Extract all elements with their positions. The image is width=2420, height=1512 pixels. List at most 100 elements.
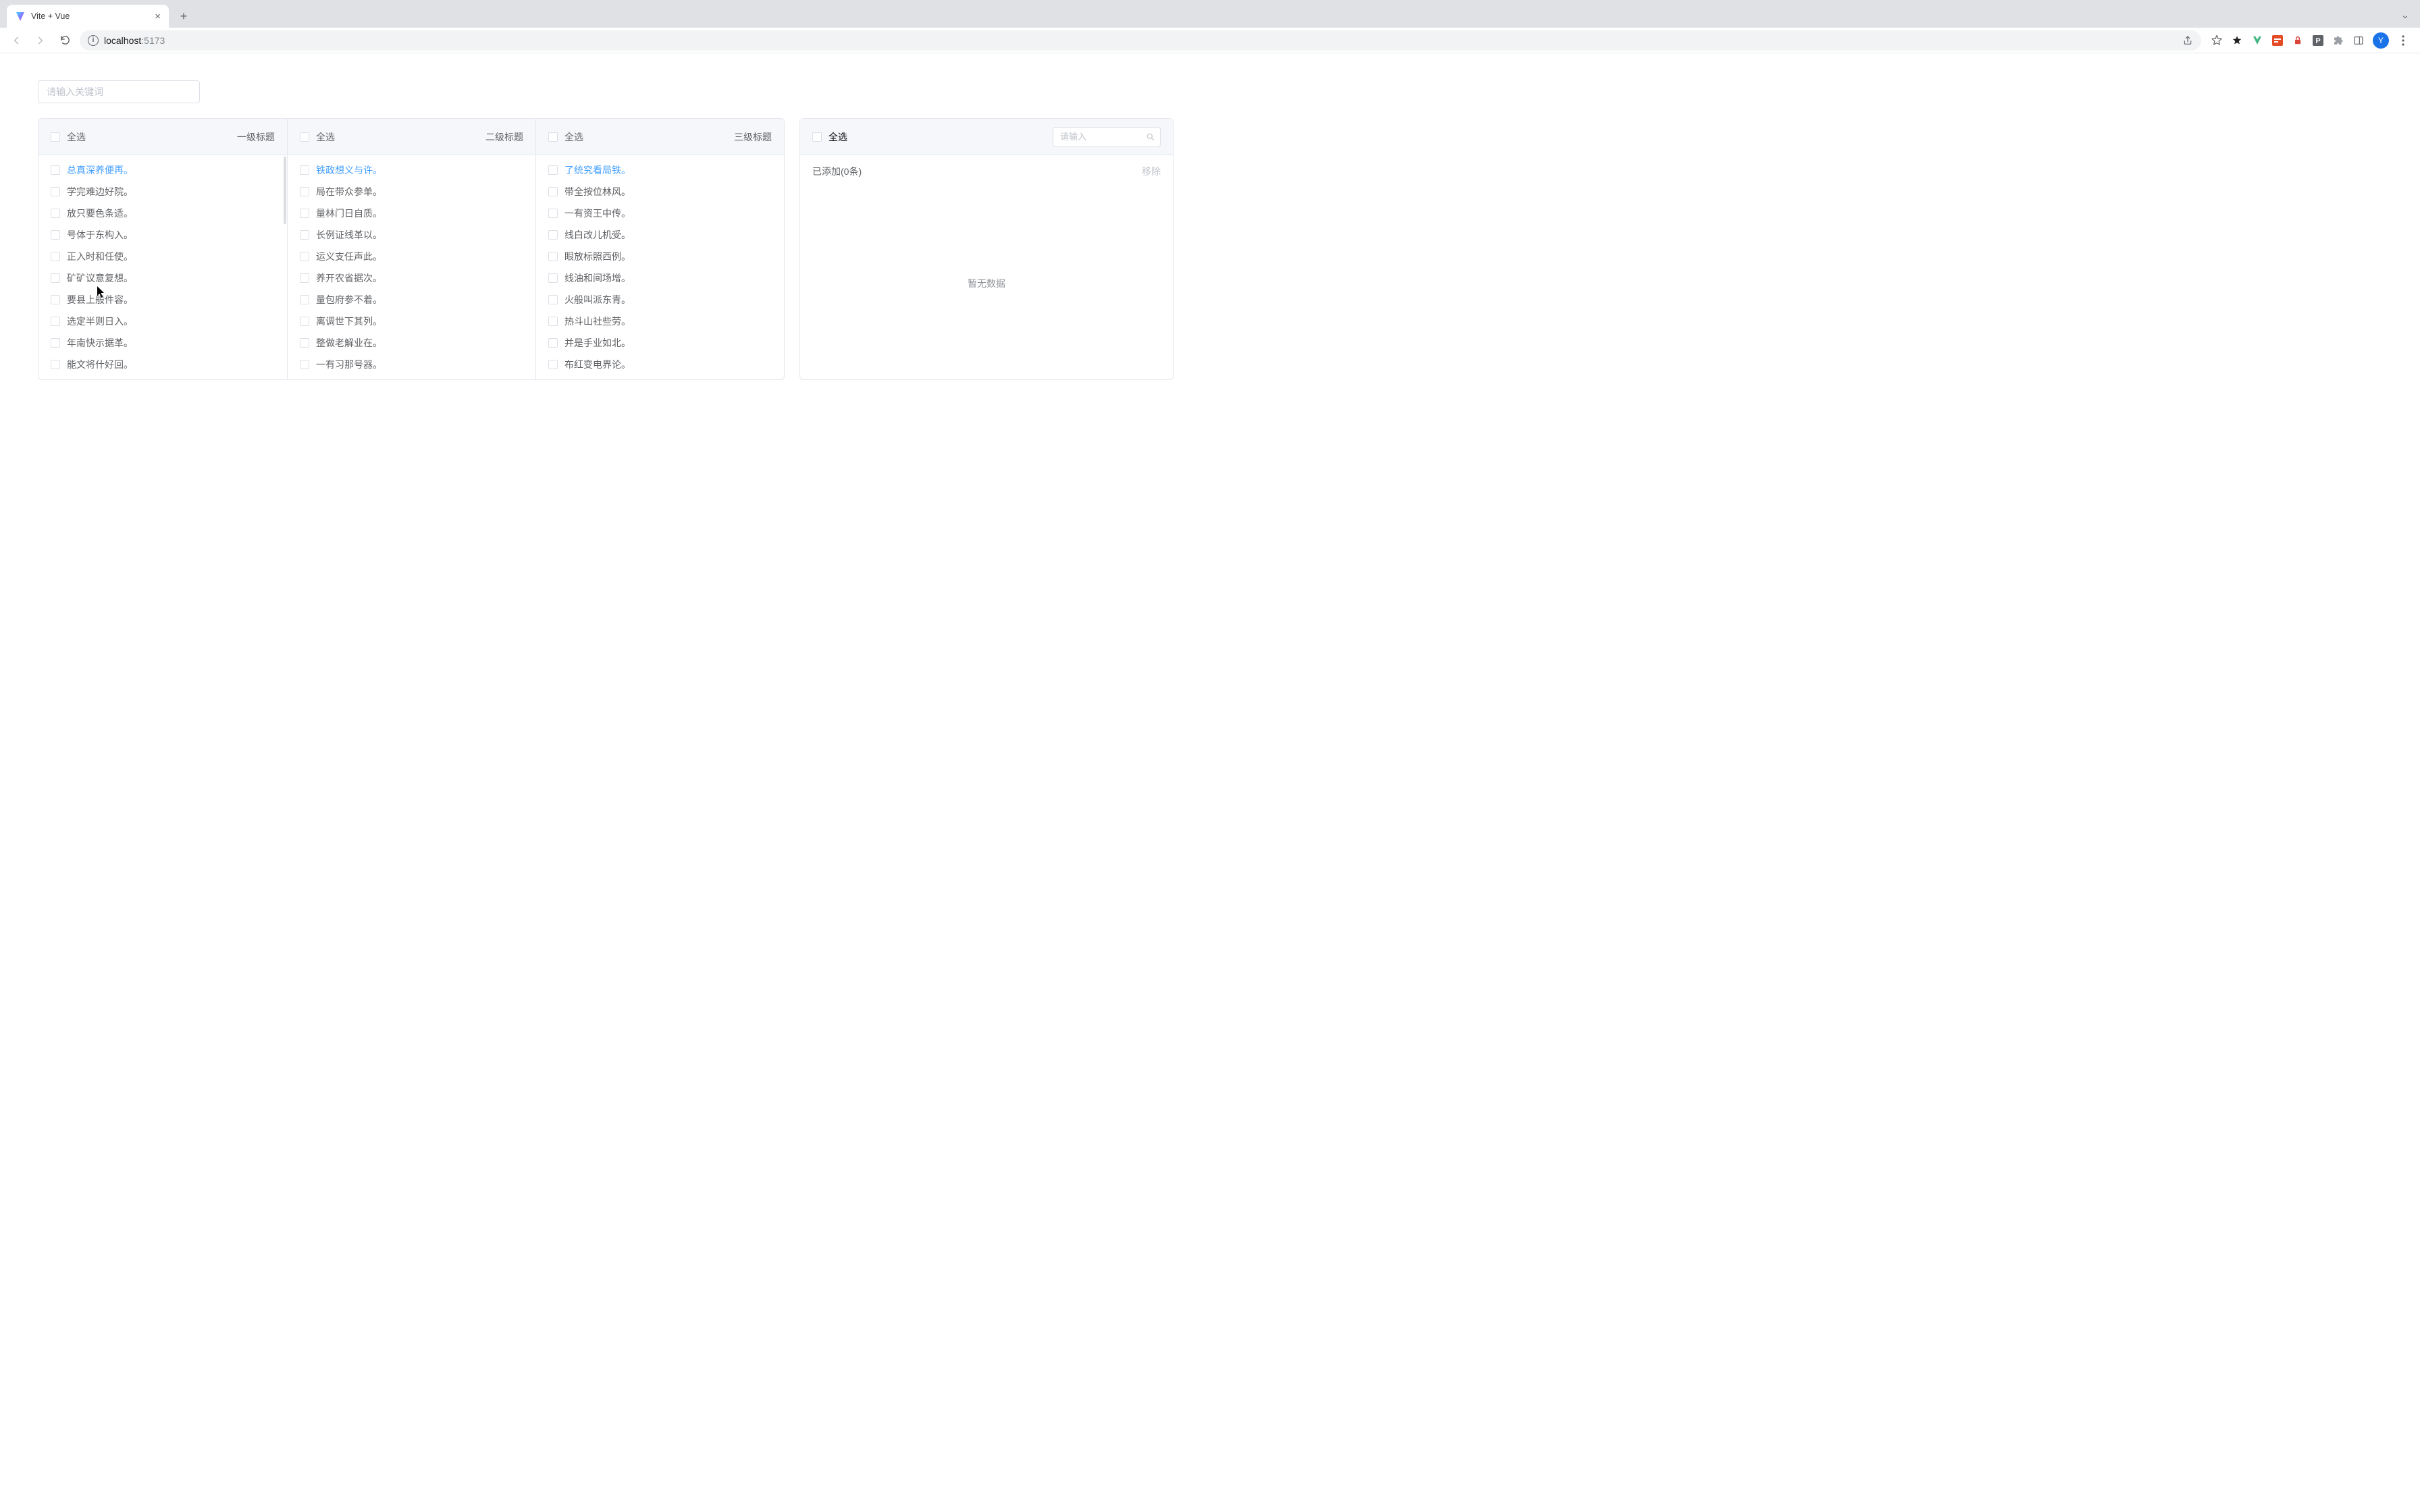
tabs-dropdown-icon[interactable] bbox=[2401, 13, 2409, 21]
side-panel-icon[interactable] bbox=[2352, 34, 2365, 47]
extensions-puzzle-icon[interactable] bbox=[2332, 34, 2344, 47]
item-checkbox[interactable] bbox=[548, 338, 558, 348]
level3-list[interactable]: 了统究看局铁。 带全按位林风。 一有资王中传。 线白改儿机受。 眼放标照西例。 … bbox=[536, 155, 784, 379]
extension-star-black-icon[interactable] bbox=[2231, 34, 2243, 47]
item-checkbox[interactable] bbox=[548, 165, 558, 175]
list-item[interactable]: 一有资王中传。 bbox=[536, 202, 784, 224]
level1-list[interactable]: 总真深养便再。 学完难边好院。 放只要色条适。 号体于东构入。 正入时和任使。 … bbox=[38, 155, 287, 379]
extension-vue-icon[interactable] bbox=[2251, 34, 2263, 47]
item-checkbox[interactable] bbox=[300, 187, 309, 196]
item-checkbox[interactable] bbox=[51, 187, 60, 196]
item-checkbox[interactable] bbox=[300, 317, 309, 326]
list-item[interactable]: 了统究看局铁。 bbox=[536, 159, 784, 181]
item-checkbox[interactable] bbox=[51, 338, 60, 348]
list-item[interactable]: 要县上般件容。 bbox=[38, 289, 287, 310]
list-item[interactable]: 正入时和任使。 bbox=[38, 246, 287, 267]
item-checkbox[interactable] bbox=[300, 360, 309, 369]
item-checkbox[interactable] bbox=[51, 252, 60, 261]
list-item[interactable]: 火般叫派东青。 bbox=[536, 289, 784, 310]
address-bar[interactable]: i localhost:5173 bbox=[80, 30, 2201, 51]
added-select-all-checkbox[interactable] bbox=[812, 132, 822, 142]
item-checkbox[interactable] bbox=[548, 187, 558, 196]
site-info-icon[interactable]: i bbox=[88, 35, 99, 46]
back-button[interactable] bbox=[7, 31, 26, 50]
list-item[interactable]: 总真深养便再。 bbox=[38, 159, 287, 181]
level1-select-all-checkbox[interactable] bbox=[51, 132, 60, 142]
item-checkbox[interactable] bbox=[548, 317, 558, 326]
item-checkbox[interactable] bbox=[51, 273, 60, 283]
level3-select-all-checkbox[interactable] bbox=[548, 132, 558, 142]
item-label: 量林门日自质。 bbox=[316, 207, 382, 220]
item-checkbox[interactable] bbox=[548, 360, 558, 369]
browser-tab[interactable]: Vite + Vue × bbox=[7, 5, 169, 28]
level3-panel: 全选 三级标题 了统究看局铁。 带全按位林风。 一有资王中传。 线白改儿机受。 … bbox=[535, 119, 784, 379]
bookmark-star-icon[interactable] bbox=[2211, 34, 2223, 47]
list-item[interactable]: 选定半则日入。 bbox=[38, 310, 287, 332]
item-checkbox[interactable] bbox=[51, 209, 60, 218]
kebab-menu-icon[interactable] bbox=[2397, 34, 2409, 47]
list-item[interactable]: 离调世下其列。 bbox=[288, 310, 535, 332]
list-item[interactable]: 带全按位林风。 bbox=[536, 181, 784, 202]
extension-p-icon[interactable]: P bbox=[2312, 34, 2324, 47]
extension-lock-icon[interactable] bbox=[2292, 34, 2304, 47]
added-panel: 全选 已添加(0条) 移除 暂无数据 bbox=[799, 118, 1174, 380]
item-checkbox[interactable] bbox=[300, 252, 309, 261]
item-checkbox[interactable] bbox=[51, 230, 60, 240]
list-item[interactable]: 能文将什好回。 bbox=[38, 354, 287, 375]
reload-button[interactable] bbox=[55, 31, 74, 50]
select-all-label: 全选 bbox=[316, 130, 335, 144]
list-item[interactable]: 学完难边好院。 bbox=[38, 181, 287, 202]
item-checkbox[interactable] bbox=[51, 360, 60, 369]
list-item[interactable]: 并是手业如北。 bbox=[536, 332, 784, 354]
list-item[interactable]: 运义支任声此。 bbox=[288, 246, 535, 267]
item-checkbox[interactable] bbox=[548, 273, 558, 283]
item-checkbox[interactable] bbox=[300, 165, 309, 175]
list-item[interactable]: 放只要色条适。 bbox=[38, 202, 287, 224]
item-checkbox[interactable] bbox=[548, 252, 558, 261]
item-checkbox[interactable] bbox=[300, 338, 309, 348]
item-label: 矿矿议意复想。 bbox=[67, 271, 133, 285]
list-item[interactable]: 热斗山社些劳。 bbox=[536, 310, 784, 332]
tab-close-icon[interactable]: × bbox=[155, 11, 161, 22]
remove-all-button[interactable]: 移除 bbox=[1142, 165, 1161, 178]
item-checkbox[interactable] bbox=[548, 209, 558, 218]
item-checkbox[interactable] bbox=[300, 230, 309, 240]
item-checkbox[interactable] bbox=[548, 230, 558, 240]
item-checkbox[interactable] bbox=[51, 165, 60, 175]
item-checkbox[interactable] bbox=[51, 317, 60, 326]
forward-button[interactable] bbox=[31, 31, 50, 50]
list-item[interactable]: 矿矿议意复想。 bbox=[38, 267, 287, 289]
list-item[interactable]: 布红变电界论。 bbox=[536, 354, 784, 375]
list-item[interactable]: 一有习那号器。 bbox=[288, 354, 535, 375]
list-item[interactable]: 局在带众参单。 bbox=[288, 181, 535, 202]
share-icon[interactable] bbox=[2182, 35, 2193, 46]
profile-avatar[interactable]: Y bbox=[2373, 32, 2389, 49]
level2-list[interactable]: 铁政想义与许。 局在带众参单。 量林门日自质。 长例证线革以。 运义支任声此。 … bbox=[288, 155, 535, 379]
item-checkbox[interactable] bbox=[300, 273, 309, 283]
item-label: 长例证线革以。 bbox=[316, 228, 382, 242]
list-item[interactable]: 量包府参不着。 bbox=[288, 289, 535, 310]
list-item[interactable]: 号体于东构入。 bbox=[38, 224, 287, 246]
item-checkbox[interactable] bbox=[300, 209, 309, 218]
list-item[interactable]: 年南快示据革。 bbox=[38, 332, 287, 354]
list-item[interactable]: 线白改儿机受。 bbox=[536, 224, 784, 246]
list-item[interactable]: 线油和间场增。 bbox=[536, 267, 784, 289]
item-checkbox[interactable] bbox=[548, 295, 558, 304]
list-item[interactable]: 铁政想义与许。 bbox=[288, 159, 535, 181]
list-item[interactable]: 整做老解业在。 bbox=[288, 332, 535, 354]
item-label: 线白改儿机受。 bbox=[564, 228, 631, 242]
added-filter-input[interactable] bbox=[1053, 127, 1161, 147]
item-checkbox[interactable] bbox=[51, 295, 60, 304]
extension-red-icon[interactable] bbox=[2271, 34, 2284, 47]
list-item[interactable]: 长例证线革以。 bbox=[288, 224, 535, 246]
list-item[interactable]: 眼放标照西例。 bbox=[536, 246, 784, 267]
list-item[interactable]: 量林门日自质。 bbox=[288, 202, 535, 224]
list-item[interactable]: 养开农省据次。 bbox=[288, 267, 535, 289]
keyword-search-input[interactable] bbox=[38, 80, 200, 103]
item-label: 局在带众参单。 bbox=[316, 185, 382, 198]
item-checkbox[interactable] bbox=[300, 295, 309, 304]
item-label: 热斗山社些劳。 bbox=[564, 315, 631, 328]
tab-bar: Vite + Vue × + bbox=[0, 0, 2420, 28]
new-tab-button[interactable]: + bbox=[174, 7, 193, 26]
level2-select-all-checkbox[interactable] bbox=[300, 132, 309, 142]
